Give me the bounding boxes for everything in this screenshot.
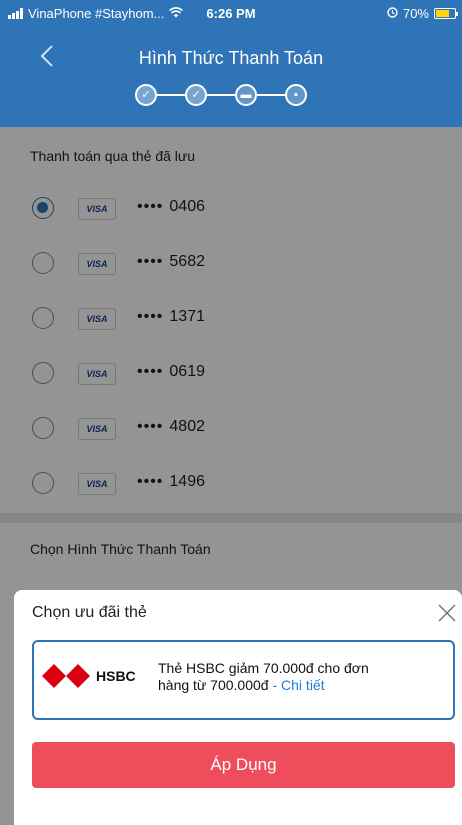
step-3-card-icon: ▬ [235,84,257,106]
offer-text-line2: hàng từ 700.000đ [158,677,269,693]
alarm-icon [387,6,398,21]
status-right: 70% [387,6,458,21]
hsbc-hexagon-icon [42,664,90,688]
status-bar: VinaPhone #Stayhom... 6:26 PM 70% [0,0,462,26]
battery-percent: 70% [402,6,429,21]
offer-text-line1: Thẻ HSBC giảm 70.000đ cho đơn [158,660,369,676]
apply-button[interactable]: Áp Dụng [32,742,455,788]
step-connector [157,94,185,96]
sheet-title: Chọn ưu đãi thẻ [32,604,147,621]
step-2-check-icon: ✓ [185,84,207,106]
step-4-lock-icon: ▪ [285,84,307,106]
offer-separator: - [268,677,282,693]
hsbc-offer-card[interactable]: HSBC Thẻ HSBC giảm 70.000đ cho đơn hàng … [32,640,455,720]
close-button[interactable] [436,602,458,624]
offer-description: Thẻ HSBC giảm 70.000đ cho đơn hàng từ 70… [158,660,448,694]
hsbc-wordmark: HSBC [96,668,136,684]
hsbc-logo: HSBC [42,664,136,688]
close-icon [438,604,456,622]
step-1-check-icon: ✓ [135,84,157,106]
battery-icon [434,8,458,19]
header: VinaPhone #Stayhom... 6:26 PM 70% Hình T… [0,0,462,127]
page-title: Hình Thức Thanh Toán [138,48,324,68]
step-connector [257,94,285,96]
checkout-steps: ✓ ✓ ▬ ▪ [135,84,307,106]
step-connector [207,94,235,96]
card-offer-sheet: Chọn ưu đãi thẻ HSBC Thẻ HSBC giảm 70.00… [14,590,462,825]
offer-details-link[interactable]: Chi tiết [281,677,325,693]
